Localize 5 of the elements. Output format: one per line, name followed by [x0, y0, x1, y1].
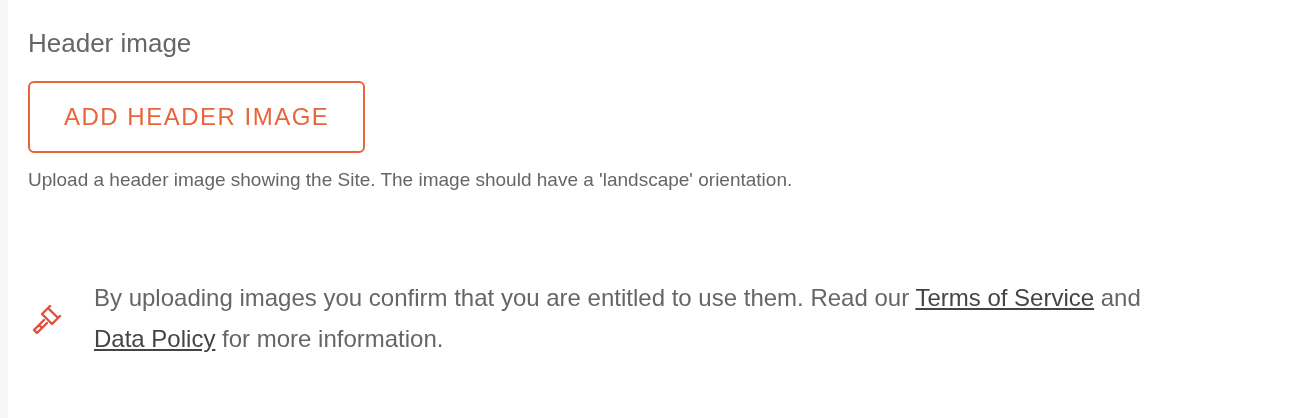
helper-text: Upload a header image showing the Site. The image should have a 'landscape' orientation. — [28, 169, 794, 191]
policy-link[interactable]: Data Policy — [94, 325, 216, 352]
section-title: Header image — [28, 28, 193, 59]
notice-text: By uploading images you confirm that you are entitled to use them. Read our Terms of Service and Data Policy for more information. — [94, 283, 1142, 354]
policy-link[interactable]: Terms of Service — [915, 284, 1095, 311]
